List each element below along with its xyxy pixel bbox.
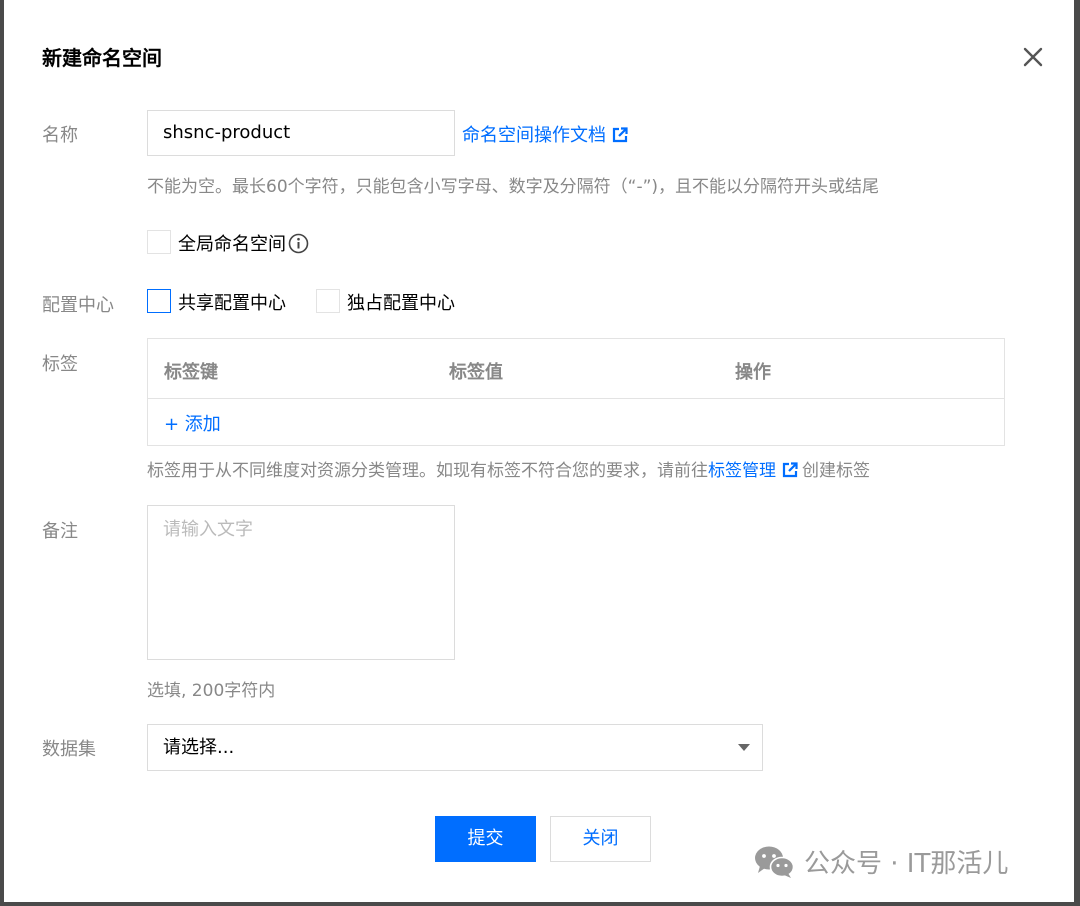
namespace-doc-link[interactable]: 命名空间操作文档 — [462, 121, 628, 147]
wechat-icon — [755, 846, 794, 878]
add-tag-button[interactable]: + 添加 — [164, 410, 221, 436]
name-label: 名称 — [42, 125, 78, 146]
create-namespace-dialog: 新建命名空间 名称 shsnc-product 命名空间操作文档 不能为空。最长… — [4, 0, 1074, 902]
config-center-label: 配置中心 — [42, 295, 114, 316]
external-link-icon — [782, 462, 798, 478]
column-header-tag-key: 标签键 — [164, 362, 218, 383]
global-namespace-option: 全局命名空间 — [178, 230, 309, 256]
shared-config-center-label: 共享配置中心 — [178, 293, 286, 314]
name-hint: 不能为空。最长60个字符，只能包含小写字母、数字及分隔符（“-”)，且不能以分隔… — [147, 177, 880, 197]
tags-hint: 标签用于从不同维度对资源分类管理。如现有标签不符合您的要求，请前往标签管理 创建… — [147, 456, 870, 481]
name-input[interactable]: shsnc-product — [147, 110, 455, 156]
tags-table: 标签键 标签值 操作 + 添加 — [147, 338, 1005, 446]
tags-hint-suffix: 创建标签 — [802, 461, 870, 481]
column-header-action: 操作 — [735, 362, 771, 383]
watermark-text: 公众号 · IT那活儿 — [804, 849, 1009, 879]
info-icon[interactable] — [288, 233, 309, 254]
chevron-down-icon — [738, 744, 750, 751]
remark-placeholder: 请输入文字 — [163, 519, 253, 540]
dataset-select-value: 请选择... — [163, 737, 235, 758]
exclusive-config-center-checkbox[interactable] — [316, 289, 340, 313]
watermark: 公众号 · IT那活儿 — [754, 843, 1008, 880]
global-namespace-label: 全局命名空间 — [178, 234, 286, 255]
dialog-title: 新建命名空间 — [42, 46, 162, 70]
dataset-select[interactable]: 请选择... — [147, 724, 763, 771]
tags-label: 标签 — [42, 354, 78, 375]
close-button[interactable]: 关闭 — [550, 816, 651, 862]
tag-management-link[interactable]: 标签管理 — [708, 461, 802, 481]
external-link-icon — [612, 127, 628, 143]
shared-config-center-checkbox[interactable] — [147, 289, 171, 313]
remark-textarea[interactable]: 请输入文字 — [147, 505, 455, 660]
tags-hint-prefix: 标签用于从不同维度对资源分类管理。如现有标签不符合您的要求，请前往 — [147, 461, 708, 481]
dataset-label: 数据集 — [42, 739, 96, 760]
global-namespace-checkbox[interactable] — [147, 230, 171, 254]
tags-table-header: 标签键 标签值 操作 — [148, 339, 1004, 399]
namespace-doc-link-label: 命名空间操作文档 — [462, 125, 606, 146]
remark-label: 备注 — [42, 521, 78, 542]
remark-hint: 选填, 200字符内 — [147, 681, 276, 701]
tag-management-link-label: 标签管理 — [708, 461, 776, 481]
exclusive-config-center-label: 独占配置中心 — [347, 293, 455, 314]
submit-button[interactable]: 提交 — [435, 816, 536, 862]
close-icon[interactable] — [1020, 44, 1046, 70]
column-header-tag-value: 标签值 — [449, 362, 503, 383]
